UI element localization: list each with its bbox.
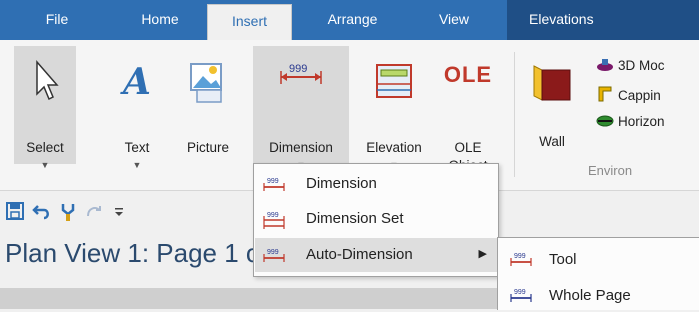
submenu-arrow-icon: ▶	[478, 248, 487, 260]
picture-label: Picture	[186, 140, 230, 155]
text-icon: A	[119, 60, 155, 103]
svg-text:999: 999	[267, 249, 279, 256]
menu-item-auto-dimension[interactable]: 999 Auto-Dimension ▶	[255, 238, 497, 272]
auto-dimension-submenu: 999 Tool 999 Whole Page	[497, 237, 699, 310]
text-label: Text	[124, 140, 150, 155]
save-icon[interactable]	[6, 202, 24, 225]
environment-group-label: Environ	[588, 163, 633, 178]
undo-icon[interactable]	[32, 202, 52, 225]
picture-button[interactable]: Picture	[168, 46, 248, 164]
dimension-icon: 999	[263, 175, 285, 197]
tab-view[interactable]: View	[424, 0, 484, 40]
ole-object-button[interactable]: OLE OLE Object	[438, 46, 498, 173]
capping-icon	[596, 86, 614, 102]
menu-item-dimension-set[interactable]: 999 Dimension Set	[255, 202, 497, 236]
dimension-icon: 999	[275, 60, 327, 91]
text-button[interactable]: A Text ▼	[115, 46, 159, 170]
redo-icon[interactable]	[84, 202, 104, 225]
select-arrow-icon	[17, 50, 73, 112]
dimension-whole-page-icon: 999	[510, 286, 532, 308]
env-horizontal[interactable]: Horizon	[596, 114, 665, 129]
tab-elevations[interactable]: Elevations	[507, 0, 699, 40]
submenu-item-whole-page[interactable]: 999 Whole Page	[498, 278, 699, 312]
elevation-button[interactable]: Elevation ▼	[352, 46, 436, 170]
ole-icon: OLE	[443, 62, 493, 87]
dimension-dropdown-menu: 999 Dimension 999 Dimension Set 999 Auto…	[253, 163, 499, 277]
horizontal-icon	[596, 114, 614, 128]
chevron-down-icon: ▼	[132, 160, 142, 170]
dimension-tool-icon: 999	[510, 250, 532, 272]
env-capping[interactable]: Cappin	[596, 86, 661, 103]
wall-icon	[530, 62, 574, 105]
tab-insert[interactable]: Insert	[207, 4, 292, 40]
wall-label: Wall	[539, 134, 565, 149]
dimension-label: Dimension	[269, 140, 333, 155]
tab-file[interactable]: File	[22, 0, 92, 40]
dimension-button[interactable]: 999 Dimension ▼	[253, 46, 349, 170]
chevron-down-icon: ▼	[40, 160, 50, 170]
quick-access-toolbar	[0, 198, 260, 226]
tab-arrange[interactable]: Arrange	[300, 0, 405, 40]
select-button[interactable]: Select ▼	[14, 46, 76, 170]
tab-home[interactable]: Home	[120, 0, 200, 40]
group-divider	[514, 52, 515, 177]
select-label: Select	[26, 140, 64, 155]
submenu-item-tool[interactable]: 999 Tool	[498, 242, 699, 276]
dimension-set-icon: 999	[263, 210, 285, 234]
elevation-icon	[374, 62, 414, 103]
svg-text:999: 999	[267, 178, 279, 185]
tools-icon[interactable]	[60, 202, 76, 227]
svg-text:999: 999	[514, 289, 526, 296]
elevation-label: Elevation	[366, 140, 422, 155]
svg-text:999: 999	[514, 253, 526, 260]
menu-item-dimension[interactable]: 999 Dimension	[255, 167, 497, 201]
ole-label-line1: OLE	[454, 140, 482, 155]
svg-text:999: 999	[267, 212, 279, 219]
ribbon-tab-bar: File Home Insert Arrange View Elevations	[0, 0, 699, 40]
wall-button[interactable]: Wall	[520, 46, 584, 164]
svg-text:A: A	[120, 61, 151, 100]
auto-dimension-icon: 999	[263, 246, 285, 268]
molding-icon	[596, 58, 614, 72]
env-3d-molding[interactable]: 3D Moc	[596, 58, 665, 73]
customize-qat-icon[interactable]	[114, 206, 124, 220]
picture-icon	[183, 56, 233, 109]
svg-text:999: 999	[289, 63, 307, 75]
